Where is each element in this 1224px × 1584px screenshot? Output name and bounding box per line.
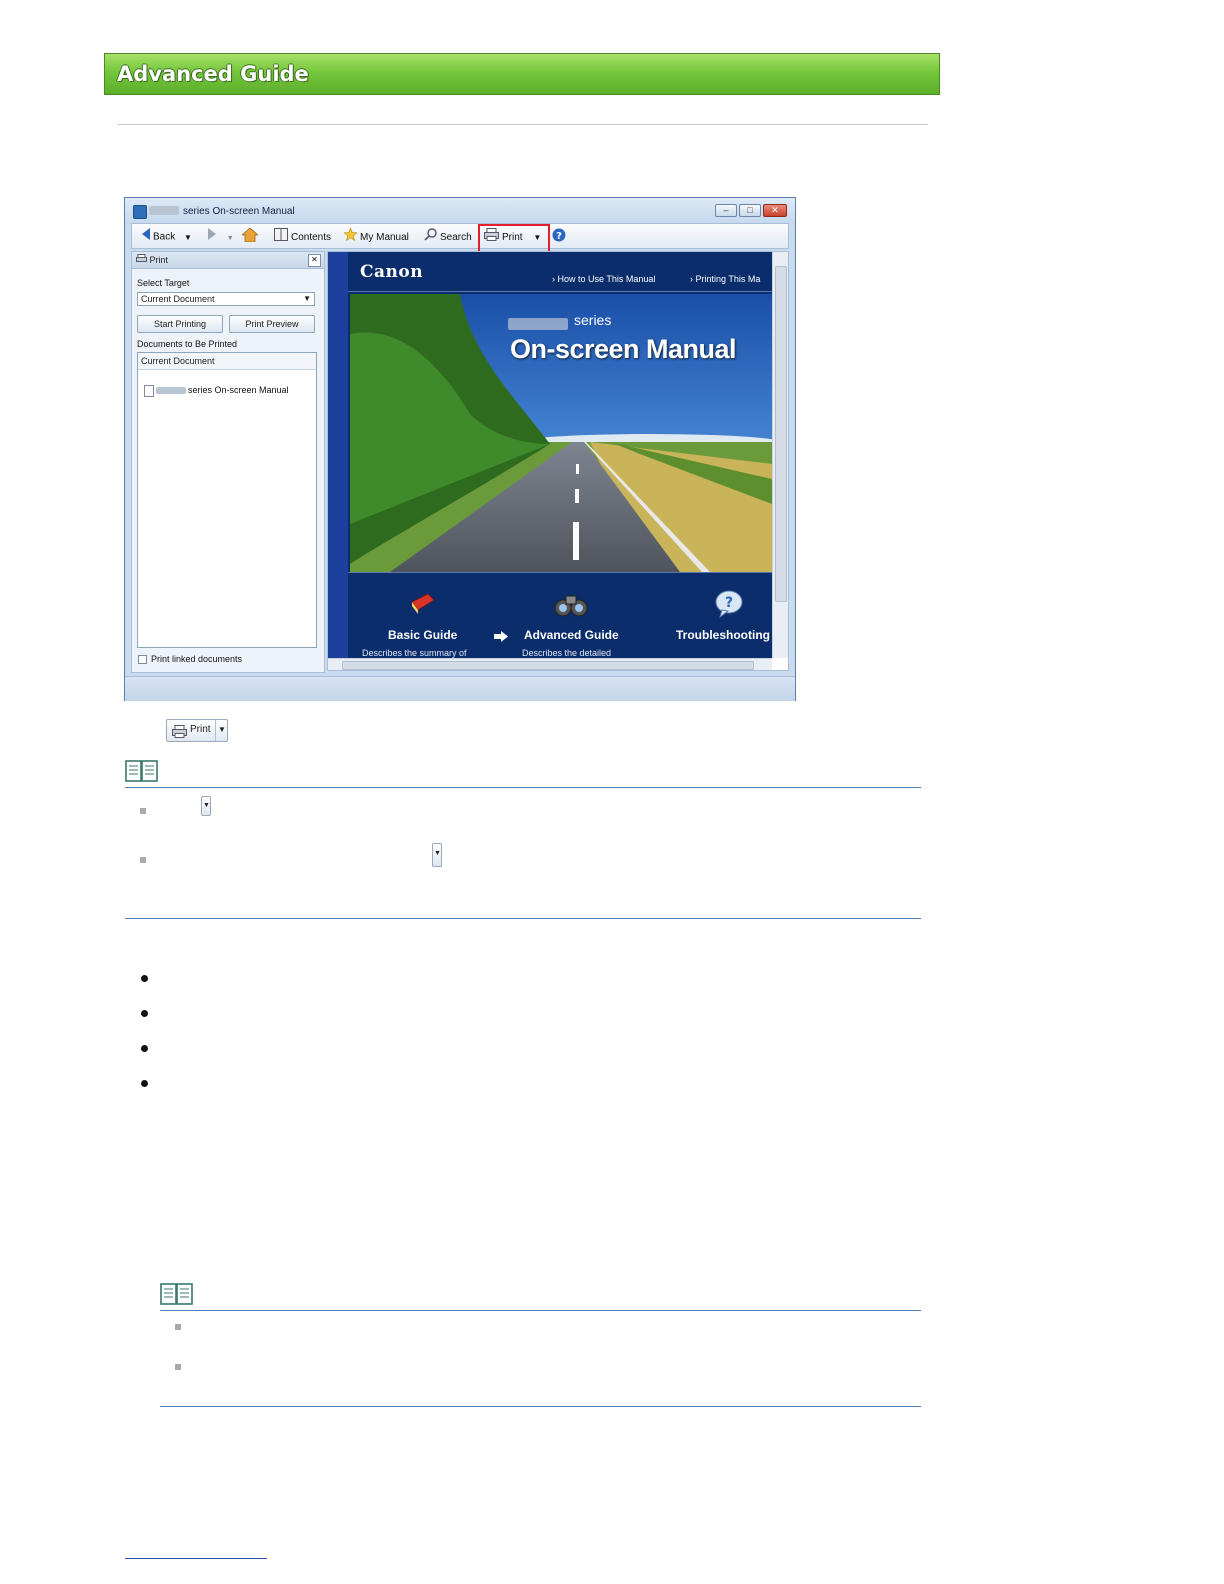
basic-guide-link[interactable]: Basic Guide	[388, 628, 457, 642]
manual-top-page: Canon › How to Use This Manual › Printin…	[348, 252, 772, 658]
book-icon	[410, 592, 436, 621]
close-button[interactable]: ✕	[763, 204, 787, 217]
window-title: series On-screen Manual	[183, 206, 295, 217]
my-manual-label: My Manual	[360, 232, 409, 244]
note-bullet	[140, 808, 146, 814]
note-rule	[125, 918, 921, 919]
home-icon	[240, 227, 260, 243]
on-screen-manual-title: On-screen Manual	[510, 334, 737, 364]
chevron-down-icon: ▼	[303, 294, 311, 303]
note-book-icon	[160, 1282, 193, 1306]
start-printing-button[interactable]: Start Printing	[137, 315, 223, 333]
documents-label: Documents to Be Printed	[137, 339, 238, 349]
print-pane-title: Print	[149, 255, 169, 265]
manual-window-screenshot: series On-screen Manual – □ ✕ Back ▼ ▼ C…	[124, 197, 796, 701]
note-rule	[160, 1310, 921, 1311]
printing-manual-link[interactable]: › Printing This Ma	[690, 274, 760, 284]
note-rule	[160, 1406, 921, 1407]
forward-button[interactable]: ▼	[208, 228, 234, 244]
search-icon	[424, 228, 437, 247]
search-button[interactable]: Search	[424, 228, 472, 244]
note-bullet	[140, 857, 146, 863]
maximize-button[interactable]: □	[739, 204, 761, 217]
arrow-right-icon	[494, 629, 508, 647]
select-target-label: Select Target	[137, 278, 190, 288]
pane-printer-icon	[136, 254, 147, 265]
canon-logo: Canon	[360, 262, 424, 282]
blurred-model-name	[156, 387, 186, 394]
window-titlebar: series On-screen Manual – □ ✕	[125, 198, 795, 224]
document-icon	[144, 385, 154, 397]
blurred-model-name	[149, 206, 179, 215]
back-label: Back	[153, 231, 176, 243]
bullet	[141, 975, 148, 982]
contents-button[interactable]: Contents	[274, 228, 331, 244]
printer-icon	[172, 725, 187, 741]
how-to-use-link[interactable]: › How to Use This Manual	[552, 274, 655, 284]
vertical-scrollbar[interactable]	[772, 252, 788, 658]
chevron-down-icon: ▼	[218, 725, 226, 734]
contents-icon	[274, 228, 288, 247]
note-rule	[125, 787, 921, 788]
help-icon: ?	[552, 228, 566, 242]
guide-banner: Advanced Guide	[104, 53, 940, 95]
select-target-dropdown[interactable]: Current Document ▼	[137, 292, 315, 306]
star-icon	[343, 227, 358, 247]
print-button-image: Print ▼	[166, 719, 228, 742]
forward-arrow-icon	[208, 228, 216, 240]
back-arrow-icon	[142, 228, 150, 246]
manual-page-view: Canon › How to Use This Manual › Printin…	[327, 251, 789, 671]
documents-list[interactable]: Current Document series On-screen Manual	[137, 352, 317, 648]
side-strip	[328, 252, 348, 670]
banner-title: Advanced Guide	[117, 62, 309, 86]
back-button[interactable]: Back ▼	[142, 228, 192, 244]
print-pane: Print ✕ Select Target Current Document ▼…	[131, 251, 325, 673]
series-label: series	[574, 312, 612, 328]
back-dropdown-icon[interactable]: ▼	[184, 233, 192, 242]
bullet	[141, 1080, 148, 1087]
troubleshooting-icon: ?	[714, 590, 744, 623]
divider	[348, 572, 772, 573]
app-icon	[133, 205, 147, 219]
bullet	[141, 1045, 148, 1052]
dropdown-button-image: ▼	[201, 796, 211, 816]
note-bullet	[175, 1324, 181, 1330]
divider	[348, 291, 772, 292]
bullet	[141, 1010, 148, 1017]
minimize-button[interactable]: –	[715, 204, 737, 217]
print-linked-checkbox[interactable]	[138, 655, 147, 664]
print-preview-button[interactable]: Print Preview	[229, 315, 315, 333]
scroll-thumb[interactable]	[775, 266, 787, 602]
horizontal-scrollbar[interactable]	[328, 658, 772, 670]
toolbar: Back ▼ ▼ Contents My Manual Search Print…	[131, 223, 789, 254]
blurred-model-name	[508, 318, 568, 330]
note-book-icon	[125, 759, 158, 783]
binoculars-icon	[554, 592, 588, 623]
select-target-value: Current Document	[141, 294, 215, 304]
dropdown-button-image: ▼	[432, 843, 442, 867]
contents-label: Contents	[291, 232, 332, 244]
svg-text:?: ?	[725, 595, 733, 611]
search-label: Search	[440, 232, 472, 244]
advanced-guide-desc: Describes the detailed	[522, 648, 612, 658]
advanced-guide-link[interactable]: Advanced Guide	[524, 628, 619, 642]
divider	[118, 124, 928, 125]
print-button-label: Print	[190, 724, 211, 735]
note-bullet	[175, 1364, 181, 1370]
footer-rule	[125, 1558, 267, 1559]
close-pane-icon[interactable]: ✕	[308, 254, 321, 267]
print-highlight-box	[478, 224, 550, 254]
list-header: Current Document	[138, 353, 316, 370]
list-item[interactable]: series On-screen Manual	[188, 385, 289, 395]
print-pane-header: Print ✕	[132, 252, 324, 269]
scroll-thumb[interactable]	[342, 661, 754, 670]
print-linked-label: Print linked documents	[151, 654, 243, 664]
status-bar	[125, 676, 795, 701]
home-button[interactable]	[240, 227, 260, 244]
troubleshooting-link[interactable]: Troubleshooting	[676, 628, 770, 642]
help-button[interactable]: ?	[552, 228, 566, 244]
svg-text:?: ?	[556, 231, 562, 242]
my-manual-button[interactable]: My Manual	[343, 227, 409, 247]
basic-guide-desc: Describes the summary of	[362, 648, 467, 658]
